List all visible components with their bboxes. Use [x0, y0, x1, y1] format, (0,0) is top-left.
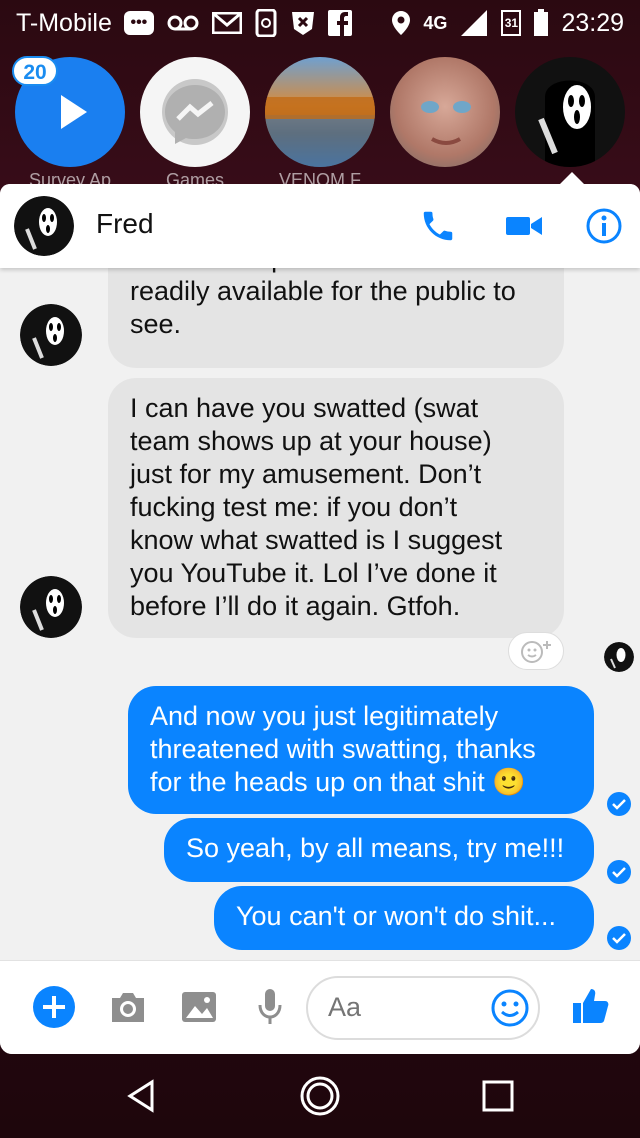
- messenger-logo-icon: [162, 79, 228, 145]
- ghostface-avatar-icon: [20, 304, 82, 366]
- shield-app-icon: [290, 9, 316, 37]
- landscape-photo: [265, 97, 375, 167]
- message-line: for the heads up on that shit 🙂: [150, 767, 526, 797]
- signal-icon: [459, 10, 489, 36]
- ghostface-avatar-icon: [14, 196, 74, 256]
- message-input-box[interactable]: [306, 976, 540, 1040]
- home-icon: [300, 1076, 340, 1116]
- more-notifications-icon: •••: [123, 11, 154, 35]
- chat-heads-row: 20 Survey Ap Games VENOM F: [0, 52, 640, 190]
- message-line: see.: [130, 309, 182, 339]
- network-type-label: 4G: [423, 12, 448, 33]
- video-icon: [506, 217, 542, 235]
- seen-indicator-avatar: [604, 642, 634, 672]
- message-line: And now you just legitimately: [150, 701, 499, 731]
- add-reaction-icon: [521, 641, 551, 663]
- message-line: I can have you swatted (swat: [130, 393, 479, 423]
- message-list[interactable]: and a lot of personal information readil…: [0, 184, 640, 960]
- message-line: before I’ll do it again. Gtfoh.: [130, 591, 461, 621]
- back-button[interactable]: [116, 1070, 168, 1122]
- camera-icon: [112, 993, 144, 1022]
- phone-sync-icon: [254, 9, 278, 37]
- conversation-info-button[interactable]: [582, 204, 626, 248]
- delivered-check-icon: [607, 860, 631, 884]
- video-call-button[interactable]: [502, 204, 546, 248]
- more-actions-button[interactable]: [32, 985, 76, 1029]
- carrier-label: T-Mobile: [16, 8, 112, 37]
- voicemail-icon: [166, 13, 200, 33]
- emoji-icon: [491, 989, 529, 1027]
- contact-name[interactable]: Fred: [96, 208, 154, 240]
- thumbs-up-icon: [573, 989, 609, 1023]
- voice-message-button[interactable]: [248, 985, 292, 1029]
- chat-window: and a lot of personal information readil…: [0, 184, 640, 1054]
- ghostface-avatar-icon: [538, 80, 595, 167]
- message-line: threatened with swatting, thanks: [150, 734, 536, 764]
- sender-avatar[interactable]: [20, 576, 82, 638]
- facebook-icon: [327, 10, 352, 36]
- mic-icon: [258, 989, 282, 1024]
- status-bar: T-Mobile ••• 4G 31 23:29: [0, 0, 640, 46]
- emoji-button[interactable]: [488, 986, 532, 1035]
- sender-avatar[interactable]: [20, 304, 82, 366]
- gallery-button[interactable]: [177, 985, 221, 1029]
- message-line: team shows up at your house): [130, 426, 492, 456]
- active-head-pointer: [560, 172, 584, 184]
- system-navigation-bar: [0, 1054, 640, 1138]
- outgoing-message: And now you just legitimately threatened…: [128, 686, 594, 814]
- person-chat-head[interactable]: [390, 57, 500, 167]
- voice-call-button[interactable]: [416, 204, 460, 248]
- delivered-check-icon: [607, 926, 631, 950]
- ghostface-avatar-icon: [20, 576, 82, 638]
- like-button[interactable]: [566, 981, 616, 1031]
- message-line: just for my amusement. Don’t: [130, 459, 482, 489]
- home-button[interactable]: [294, 1070, 346, 1122]
- message-line: readily available for the public to: [130, 276, 516, 306]
- plus-icon: [33, 986, 75, 1028]
- location-icon: [391, 10, 411, 36]
- message-composer: [0, 960, 640, 1054]
- message-line: You can't or won't do shit...: [236, 901, 557, 931]
- phone-icon: [423, 211, 453, 241]
- incoming-message: I can have you swatted (swat team shows …: [108, 378, 564, 638]
- contact-avatar[interactable]: [14, 196, 74, 256]
- message-line: know what swatted is I suggest: [130, 525, 503, 555]
- recents-button[interactable]: [472, 1070, 524, 1122]
- battery-icon: [533, 9, 549, 37]
- mail-icon: [211, 12, 242, 34]
- message-line: So yeah, by all means, try me!!!: [186, 833, 565, 863]
- face-photo: [421, 101, 471, 145]
- camera-button[interactable]: [106, 985, 150, 1029]
- recents-icon: [482, 1080, 514, 1112]
- ghostface-avatar-icon: [604, 642, 634, 672]
- delivered-check-icon: [607, 792, 631, 816]
- conversation-header: Fred: [0, 184, 640, 268]
- unread-count-badge: 20: [12, 56, 58, 86]
- info-icon: [586, 208, 622, 244]
- fred-chat-head[interactable]: [515, 57, 625, 167]
- messenger-chat-head[interactable]: [140, 57, 250, 167]
- image-icon: [182, 992, 216, 1022]
- message-line: fucking test me: if you don’t: [130, 492, 458, 522]
- message-line: you YouTube it. Lol I’ve done it: [130, 558, 497, 588]
- clock-time: 23:29: [561, 8, 624, 37]
- landscape-chat-head[interactable]: [265, 57, 375, 167]
- message-input[interactable]: [328, 992, 478, 1023]
- calendar-icon: 31: [501, 10, 522, 36]
- add-reaction-button[interactable]: [508, 632, 564, 670]
- outgoing-message: You can't or won't do shit...: [214, 886, 594, 950]
- back-icon: [127, 1079, 154, 1113]
- outgoing-message: So yeah, by all means, try me!!!: [164, 818, 594, 882]
